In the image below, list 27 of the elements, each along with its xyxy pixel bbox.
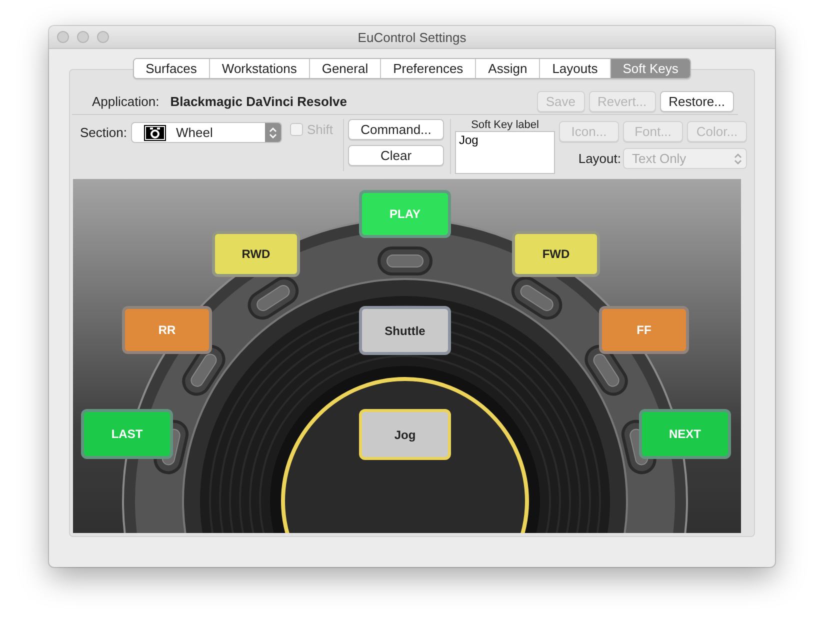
minimize-button[interactable] bbox=[77, 31, 89, 43]
application-name: Blackmagic DaVinci Resolve bbox=[170, 94, 348, 109]
file-button[interactable]: Restore... bbox=[660, 91, 734, 112]
command-button[interactable]: Clear bbox=[348, 145, 444, 166]
soft-key-label-caption: Soft Key label bbox=[471, 119, 539, 131]
soft-key[interactable]: RWD bbox=[212, 231, 300, 277]
close-button[interactable] bbox=[57, 31, 69, 43]
soft-key[interactable]: Jog bbox=[359, 409, 451, 460]
chevron-updown-icon bbox=[734, 152, 742, 164]
application-label: Application: bbox=[92, 94, 160, 109]
window-title: EuControl Settings bbox=[358, 30, 466, 44]
tab[interactable]: Surfaces bbox=[134, 59, 209, 78]
soft-key[interactable]: FWD bbox=[512, 231, 600, 277]
tab[interactable]: Assign bbox=[475, 59, 540, 78]
wheel-icon bbox=[144, 124, 166, 140]
chevron-updown-icon bbox=[268, 126, 277, 138]
tab[interactable]: Preferences bbox=[380, 59, 476, 78]
tab[interactable]: General bbox=[308, 59, 380, 78]
layout-label: Layout: bbox=[578, 151, 621, 166]
command-button[interactable]: Command... bbox=[348, 119, 444, 140]
section-dropdown[interactable]: Wheel bbox=[130, 122, 282, 143]
tab[interactable]: Workstations bbox=[208, 59, 309, 78]
soft-key[interactable]: Shuttle bbox=[359, 306, 451, 355]
tab[interactable]: Layouts bbox=[539, 59, 610, 78]
zoom-button[interactable] bbox=[97, 31, 109, 43]
soft-key-label-field[interactable]: Jog bbox=[455, 131, 555, 174]
section-label: Section: bbox=[80, 125, 127, 140]
